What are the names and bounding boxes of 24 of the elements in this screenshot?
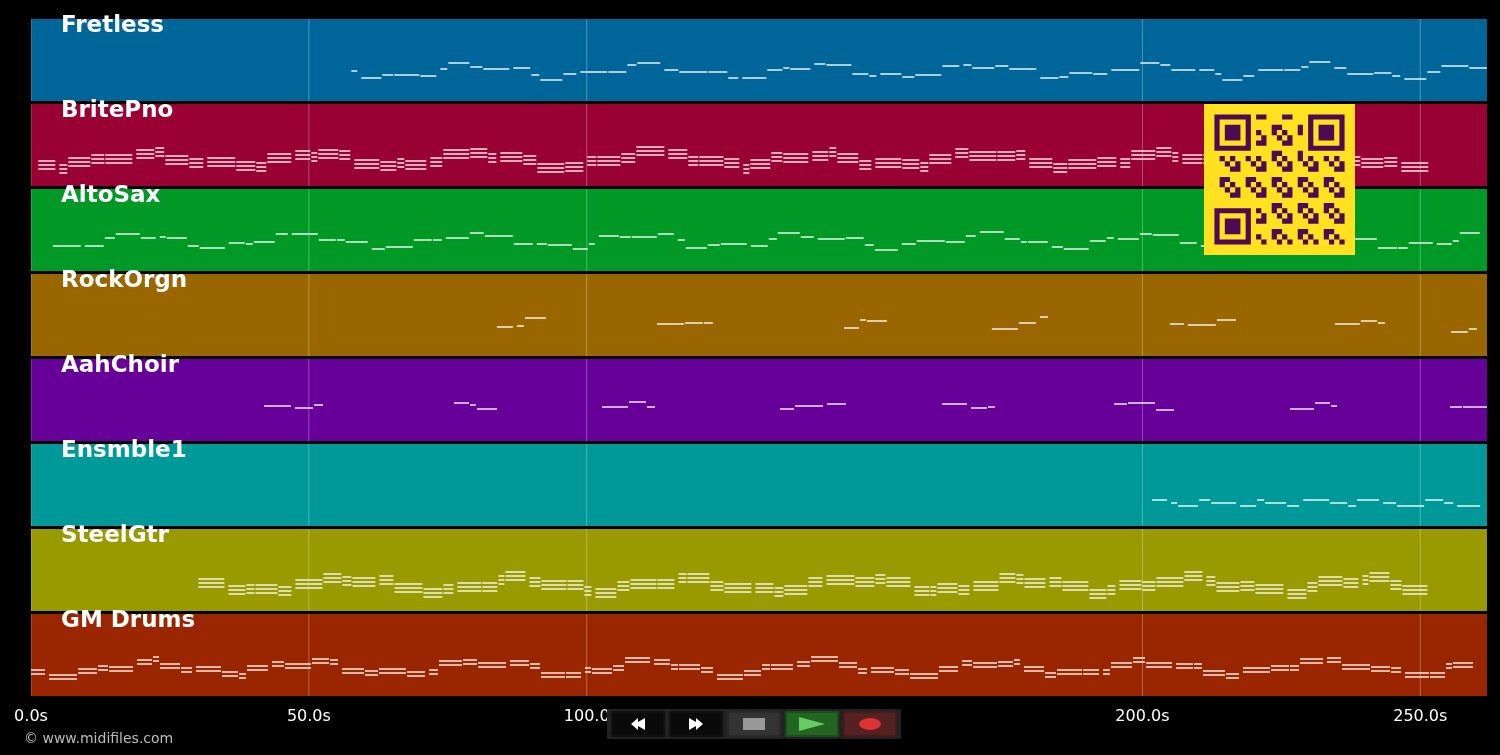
track-name: AltoSax (61, 180, 161, 208)
track-name: Fretless (61, 10, 165, 38)
play-button[interactable] (785, 711, 839, 737)
track-name: GM Drums (61, 605, 196, 633)
stop-icon (743, 718, 765, 730)
rewind-icon (631, 717, 645, 731)
forward-button[interactable] (669, 711, 723, 737)
play-icon (799, 717, 825, 731)
qr-code-icon (1204, 104, 1355, 255)
copyright-text: © www.midifiles.com (24, 730, 174, 746)
rewind-button[interactable] (611, 711, 665, 737)
axis-tick-label: 200.0s (1115, 706, 1170, 726)
track-name: SteelGtr (61, 520, 169, 548)
track-name: AahChoir (61, 350, 179, 378)
fast-forward-icon (689, 717, 703, 731)
axis-tick-label: 0.0s (14, 706, 48, 726)
axis-tick-label: 50.0s (286, 706, 331, 726)
stop-button[interactable] (727, 711, 781, 737)
record-icon (859, 718, 881, 730)
track-name: Ensmble1 (61, 435, 187, 463)
record-button[interactable] (843, 711, 897, 737)
track-name: BritePno (61, 95, 174, 123)
track-name: RockOrgn (61, 265, 188, 293)
axis-tick-label: 250.0s (1393, 706, 1448, 726)
